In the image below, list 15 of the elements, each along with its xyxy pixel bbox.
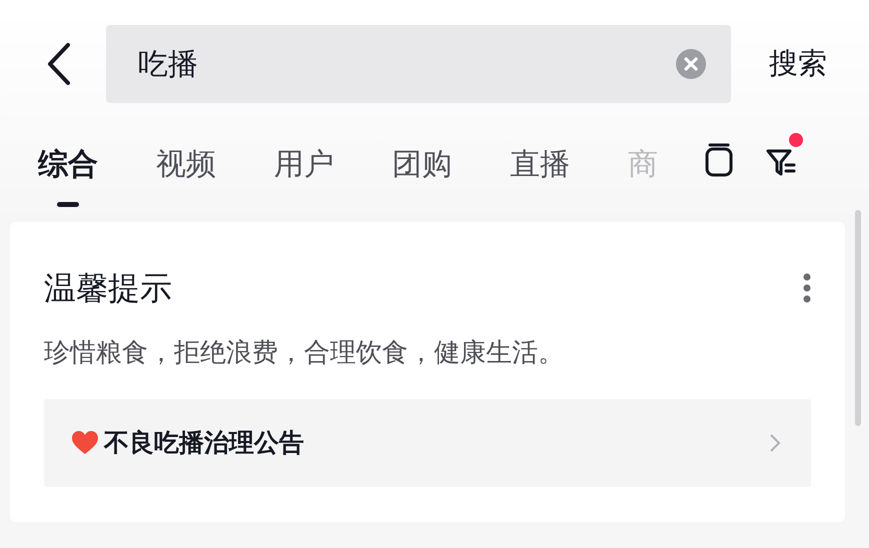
notice-link[interactable]: 不良吃播治理公告	[44, 399, 811, 487]
tab[interactable]: 视频	[156, 142, 216, 207]
clear-icon[interactable]	[675, 48, 707, 80]
search-input[interactable]: 吃播	[136, 40, 675, 88]
chevron-right-icon	[769, 433, 781, 453]
search-button[interactable]: 搜索	[769, 42, 827, 86]
search-field[interactable]: 吃播	[106, 25, 731, 103]
tab[interactable]: 综合	[38, 142, 98, 207]
heart-icon	[72, 431, 98, 455]
tab[interactable]: 团购	[392, 142, 452, 207]
tip-text: 珍惜粮食，拒绝浪费，合理饮食，健康生活。	[44, 337, 565, 370]
more-icon[interactable]	[803, 273, 811, 303]
card-title: 温馨提示	[44, 268, 172, 309]
tab[interactable]: 用户	[274, 142, 334, 207]
tab[interactable]: 直播	[510, 142, 570, 207]
